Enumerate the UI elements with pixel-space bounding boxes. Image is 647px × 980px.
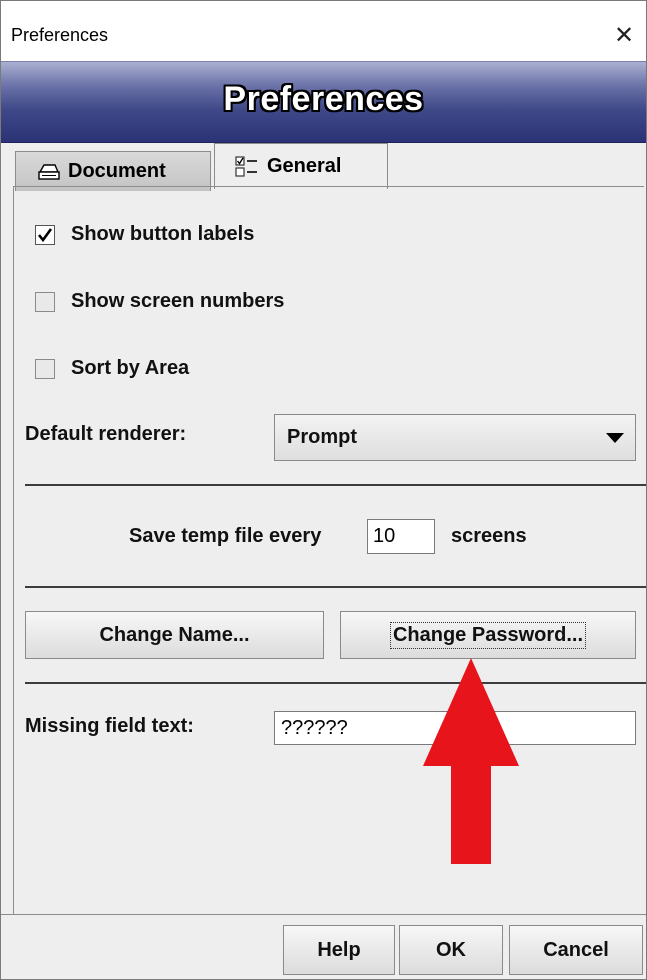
title-bar: Preferences ✕ bbox=[1, 1, 646, 61]
ok-label: OK bbox=[436, 938, 466, 961]
footer-separator bbox=[1, 914, 646, 915]
save-temp-prefix: Save temp file every bbox=[129, 525, 322, 547]
sort-by-area-checkbox[interactable]: Sort by Area bbox=[35, 357, 189, 380]
checkbox-unchecked-icon bbox=[35, 358, 55, 379]
tab-general[interactable]: General bbox=[214, 143, 388, 189]
separator bbox=[25, 586, 646, 588]
save-temp-interval-input[interactable]: 10 bbox=[367, 519, 435, 554]
list-icon bbox=[235, 155, 259, 178]
chevron-down-icon bbox=[595, 432, 635, 444]
change-name-button[interactable]: Change Name... bbox=[25, 611, 324, 659]
checkbox-checked-icon bbox=[35, 224, 55, 245]
ok-button[interactable]: OK bbox=[399, 925, 503, 975]
cancel-button[interactable]: Cancel bbox=[509, 925, 643, 975]
tab-document[interactable]: Document bbox=[15, 151, 211, 191]
printer-icon bbox=[38, 162, 60, 182]
header-banner: Preferences bbox=[1, 61, 646, 143]
tab-strip: Document General bbox=[1, 141, 646, 191]
change-password-button[interactable]: Change Password... bbox=[340, 611, 636, 659]
checkbox-unchecked-icon bbox=[35, 291, 55, 312]
save-temp-suffix: screens bbox=[451, 525, 527, 547]
annotation-arrow-icon bbox=[423, 658, 519, 864]
close-icon[interactable]: ✕ bbox=[604, 15, 644, 55]
show-screen-numbers-checkbox[interactable]: Show screen numbers bbox=[35, 290, 284, 313]
default-renderer-dropdown[interactable]: Prompt bbox=[274, 414, 636, 461]
tab-panel-left-border bbox=[13, 186, 14, 914]
change-name-label: Change Name... bbox=[99, 623, 250, 646]
change-password-label: Change Password... bbox=[389, 621, 587, 649]
help-button[interactable]: Help bbox=[283, 925, 395, 975]
separator bbox=[25, 484, 646, 486]
cancel-label: Cancel bbox=[543, 938, 609, 961]
missing-field-label: Missing field text: bbox=[25, 715, 194, 737]
preferences-window: Preferences ✕ Preferences Document Gener… bbox=[0, 0, 647, 980]
tab-general-label: General bbox=[267, 155, 342, 177]
show-button-labels-checkbox[interactable]: Show button labels bbox=[35, 223, 254, 246]
show-screen-numbers-label: Show screen numbers bbox=[71, 290, 285, 312]
default-renderer-label: Default renderer: bbox=[25, 423, 187, 445]
banner-title: Preferences bbox=[223, 80, 424, 118]
tab-panel-border bbox=[13, 186, 644, 187]
window-title: Preferences bbox=[11, 25, 109, 45]
default-renderer-value: Prompt bbox=[287, 426, 357, 448]
show-button-labels-label: Show button labels bbox=[71, 223, 255, 245]
sort-by-area-label: Sort by Area bbox=[71, 357, 190, 379]
tab-document-label: Document bbox=[68, 160, 166, 182]
help-label: Help bbox=[317, 938, 361, 961]
separator bbox=[25, 682, 646, 684]
